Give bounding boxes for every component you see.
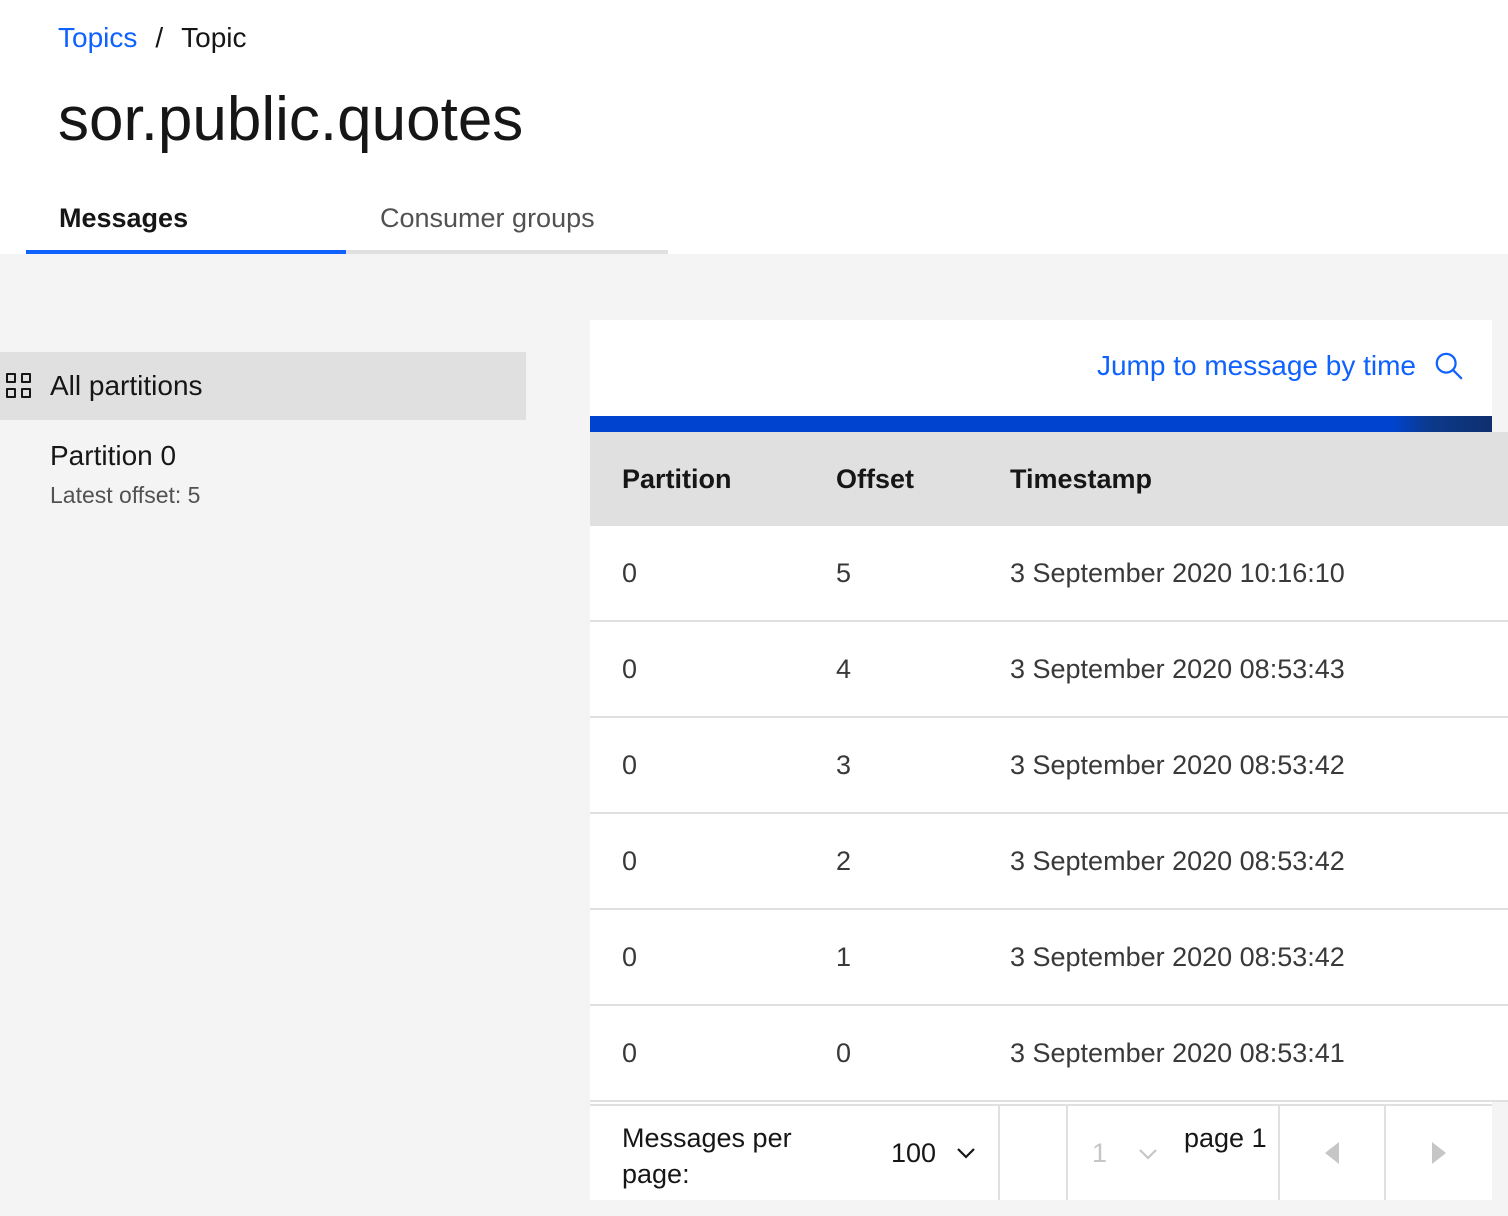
cell-offset: 5	[836, 557, 852, 588]
table-toolbar: Jump to message by time	[590, 320, 1492, 416]
breadcrumb-current: Topic	[181, 22, 247, 53]
breadcrumb-link-topics[interactable]: Topics	[58, 22, 137, 54]
messages-table: Partition Offset Timestamp 0 5 3 Septemb…	[590, 432, 1508, 1102]
cell-offset: 4	[836, 653, 852, 684]
column-header-timestamp[interactable]: Timestamp	[977, 464, 1508, 495]
page-number-value: 1	[1092, 1137, 1108, 1168]
jump-to-time-button[interactable]: Jump to message by time	[1097, 350, 1464, 382]
chevron-down-icon	[1139, 1149, 1157, 1160]
table-header: Partition Offset Timestamp	[590, 432, 1508, 526]
tab-consumer-groups[interactable]: Consumer groups	[346, 186, 668, 254]
cell-timestamp: 3 September 2020 08:53:43	[1010, 653, 1345, 684]
table-row[interactable]: 0 2 3 September 2020 08:53:42	[590, 814, 1508, 910]
loading-progress-bar	[590, 416, 1492, 432]
column-header-offset[interactable]: Offset	[804, 464, 977, 495]
jump-to-time-label: Jump to message by time	[1096, 350, 1416, 381]
grid-icon	[6, 373, 32, 399]
tab-messages[interactable]: Messages	[26, 186, 346, 254]
page-of-label: page 1	[1184, 1123, 1267, 1153]
per-page-value: 100	[890, 1137, 936, 1168]
content-area: All partitions Partition 0 Latest offset…	[0, 254, 1508, 1216]
cell-partition: 0	[622, 1037, 638, 1068]
cell-timestamp: 3 September 2020 08:53:42	[1010, 845, 1345, 876]
table-row[interactable]: 0 3 3 September 2020 08:53:42	[590, 718, 1508, 814]
column-header-partition[interactable]: Partition	[590, 464, 804, 495]
cell-offset: 3	[836, 749, 852, 780]
cell-timestamp: 3 September 2020 10:16:10	[1010, 557, 1345, 588]
sidebar-item-partition-0[interactable]: Partition 0 Latest offset: 5	[0, 430, 526, 520]
messages-panel: Jump to message by time Partition Offset…	[590, 320, 1508, 1200]
table-row[interactable]: 0 0 3 September 2020 08:53:41	[590, 1006, 1508, 1102]
caret-left-icon	[1325, 1142, 1339, 1164]
cell-partition: 0	[622, 845, 638, 876]
cell-timestamp: 3 September 2020 08:53:41	[1010, 1037, 1345, 1068]
cell-partition: 0	[622, 653, 638, 684]
per-page-select[interactable]: 100	[838, 1106, 1000, 1200]
pagination-spacer	[1000, 1106, 1068, 1200]
table-row[interactable]: 0 5 3 September 2020 10:16:10	[590, 526, 1508, 622]
search-icon	[1435, 352, 1463, 380]
cell-partition: 0	[622, 941, 638, 972]
chevron-down-icon	[957, 1148, 975, 1159]
previous-page-button[interactable]	[1280, 1106, 1386, 1200]
cell-partition: 0	[622, 557, 638, 588]
sidebar-item-label: Partition 0	[50, 440, 177, 471]
cell-timestamp: 3 September 2020 08:53:42	[1010, 941, 1345, 972]
per-page-label: Messages per page:	[622, 1123, 792, 1189]
pagination-bar: Messages per page: 100 1 page 1	[590, 1104, 1492, 1200]
cell-offset: 1	[836, 941, 852, 972]
cell-offset: 0	[836, 1037, 852, 1068]
cell-offset: 2	[836, 845, 852, 876]
page-number-select[interactable]: 1 page 1	[1068, 1106, 1280, 1200]
cell-timestamp: 3 September 2020 08:53:42	[1010, 749, 1345, 780]
table-row[interactable]: 0 4 3 September 2020 08:53:43	[590, 622, 1508, 718]
caret-right-icon	[1432, 1142, 1446, 1164]
sidebar-item-label: All partitions	[50, 370, 203, 401]
next-page-button[interactable]	[1386, 1106, 1492, 1200]
cell-partition: 0	[622, 749, 638, 780]
page-title: sor.public.quotes	[58, 85, 524, 154]
breadcrumb: Topics / Topic	[58, 22, 247, 54]
sidebar-item-sublabel: Latest offset: 5	[50, 482, 201, 508]
breadcrumb-separator: /	[155, 22, 164, 53]
sidebar-item-all-partitions[interactable]: All partitions	[0, 352, 526, 420]
tab-list: Messages Consumer groups	[26, 186, 668, 254]
table-row[interactable]: 0 1 3 September 2020 08:53:42	[590, 910, 1508, 1006]
page-header: Topics / Topic sor.public.quotes Message…	[0, 0, 1508, 254]
